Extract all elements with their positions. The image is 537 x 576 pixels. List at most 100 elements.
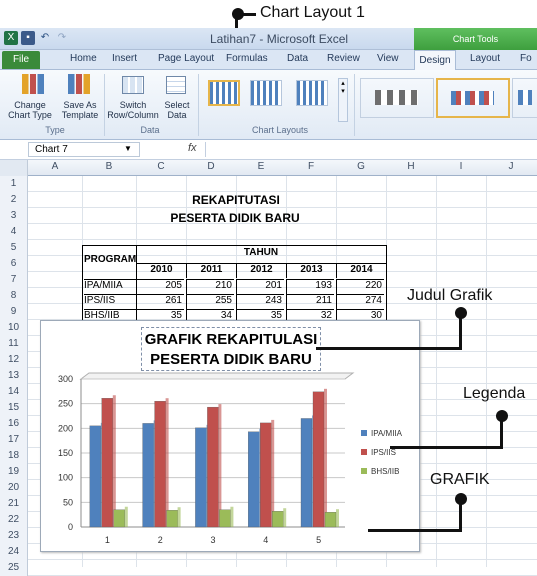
table-cell-value: 261 — [136, 294, 184, 309]
tab-formulas[interactable]: Formulas — [226, 53, 268, 64]
tab-insert[interactable]: Insert — [112, 53, 137, 64]
row-header[interactable]: 4 — [0, 224, 28, 240]
row-header[interactable]: 5 — [0, 240, 28, 256]
row-header[interactable]: 15 — [0, 400, 28, 416]
tab-data[interactable]: Data — [287, 53, 308, 64]
switch-row-column-button[interactable]: Switch Row/Column — [106, 100, 160, 120]
sheet-title-2: PESERTA DIDIK BARU — [170, 211, 300, 225]
row-header[interactable]: 10 — [0, 320, 28, 336]
tab-view[interactable]: View — [377, 53, 399, 64]
bar-ips-iis — [207, 406, 219, 528]
year-header: 2010 — [136, 263, 186, 278]
table-cell-value: 255 — [186, 294, 234, 309]
row-header[interactable]: 23 — [0, 528, 28, 544]
column-header[interactable]: I — [436, 161, 486, 172]
row-header[interactable]: 21 — [0, 496, 28, 512]
redo-icon[interactable]: ↷ — [55, 31, 69, 45]
column-header[interactable]: J — [486, 161, 536, 172]
chart-style-1-option[interactable] — [360, 78, 434, 118]
judul-pointer-line-h — [316, 347, 462, 350]
save-as-template-button[interactable]: Save As Template — [60, 100, 100, 120]
y-tick-label: 50 — [63, 497, 73, 507]
legend-marker — [361, 449, 367, 455]
table-cell-value: 205 — [136, 279, 184, 294]
row-header[interactable]: 9 — [0, 304, 28, 320]
change-chart-type-icon[interactable] — [22, 74, 44, 94]
row-header[interactable]: 19 — [0, 464, 28, 480]
title-bar: X ▪ ↶ ↷ Latihan7 - Microsoft Excel Chart… — [0, 28, 537, 50]
bar-side — [271, 419, 275, 527]
tab-file[interactable]: File — [2, 51, 40, 69]
row-header[interactable]: 14 — [0, 384, 28, 400]
column-header[interactable]: H — [386, 161, 436, 172]
row-header[interactable]: 11 — [0, 336, 28, 352]
row-header[interactable]: 12 — [0, 352, 28, 368]
ribbon-tabs: File Home Insert Page Layout Formulas Da… — [0, 50, 537, 70]
column-header[interactable]: F — [286, 161, 336, 172]
tab-format[interactable]: Fo — [520, 53, 532, 64]
row-header[interactable]: 8 — [0, 288, 28, 304]
chart-style-2-option[interactable] — [436, 78, 510, 118]
column-header[interactable]: C — [136, 161, 186, 172]
table-cell-program: IPS/IIS — [84, 294, 136, 309]
y-tick-label: 0 — [68, 522, 73, 532]
row-header[interactable]: 20 — [0, 480, 28, 496]
table-cell-value: 220 — [336, 279, 384, 294]
year-header: 2014 — [336, 263, 386, 278]
bar-ips-iis — [154, 401, 166, 528]
group-chart-layouts-label: Chart Layouts — [251, 125, 309, 135]
tab-review[interactable]: Review — [327, 53, 360, 64]
legend-label: BHS/IIB — [371, 467, 399, 476]
tab-layout[interactable]: Layout — [470, 53, 500, 64]
chart-plot[interactable]: 0 50 100 150 200 250 300 1 2 3 4 5 IPA/MIIA IPS/IIS BH… — [41, 321, 421, 553]
row-header[interactable]: 7 — [0, 272, 28, 288]
formula-input[interactable] — [205, 142, 535, 157]
chevron-down-icon[interactable]: ▼ — [124, 144, 132, 153]
grafik-pointer-line-v — [459, 498, 462, 531]
change-chart-type-button[interactable]: Change Chart Type — [0, 100, 60, 120]
select-data-icon[interactable] — [166, 76, 186, 94]
table-header-tahun: TAHUN — [243, 247, 279, 258]
tab-home[interactable]: Home — [70, 53, 97, 64]
column-header[interactable]: D — [186, 161, 236, 172]
window-title: Latihan7 - Microsoft Excel — [210, 32, 349, 46]
tab-page-layout[interactable]: Page Layout — [158, 53, 214, 64]
chart-style-3-option[interactable] — [512, 78, 537, 118]
grid-line — [28, 191, 537, 192]
bar-ipa-miia — [248, 431, 260, 528]
save-icon[interactable]: ▪ — [21, 31, 35, 45]
chart-layout-1-option[interactable] — [208, 80, 240, 106]
row-header[interactable]: 1 — [0, 176, 28, 192]
row-header[interactable]: 3 — [0, 208, 28, 224]
table-cell-value: 211 — [286, 294, 334, 309]
x-tick-label: 2 — [158, 535, 163, 545]
chart-area[interactable]: GRAFIK REKAPITULASI PESERTA DIDIK BARU 0… — [40, 320, 420, 552]
column-header[interactable]: E — [236, 161, 286, 172]
column-header[interactable]: B — [82, 161, 136, 172]
layouts-scroll-icon[interactable]: ▴ ▾ — [338, 78, 348, 122]
select-all-corner[interactable] — [0, 160, 28, 176]
row-header[interactable]: 16 — [0, 416, 28, 432]
undo-icon[interactable]: ↶ — [38, 31, 52, 45]
column-header[interactable]: G — [336, 161, 386, 172]
table-divider — [136, 246, 137, 323]
bar-ips-iis — [260, 422, 272, 528]
chart-layout-3-option[interactable] — [296, 80, 328, 106]
row-header[interactable]: 6 — [0, 256, 28, 272]
fx-icon[interactable]: fx — [188, 142, 197, 154]
tab-design[interactable]: Design — [414, 50, 456, 70]
row-header[interactable]: 13 — [0, 368, 28, 384]
row-header[interactable]: 17 — [0, 432, 28, 448]
select-data-button[interactable]: Select Data — [160, 100, 194, 120]
switch-row-column-icon[interactable] — [122, 76, 144, 94]
row-header[interactable]: 2 — [0, 192, 28, 208]
row-header[interactable]: 24 — [0, 544, 28, 560]
chart-layout-2-option[interactable] — [250, 80, 282, 106]
row-header[interactable]: 18 — [0, 448, 28, 464]
row-header[interactable]: 25 — [0, 560, 28, 576]
save-template-icon[interactable] — [68, 74, 90, 94]
bar-side — [324, 388, 327, 527]
column-header[interactable]: A — [28, 161, 82, 172]
column-headers: A B C D E F G H I J — [0, 160, 537, 176]
row-header[interactable]: 22 — [0, 512, 28, 528]
